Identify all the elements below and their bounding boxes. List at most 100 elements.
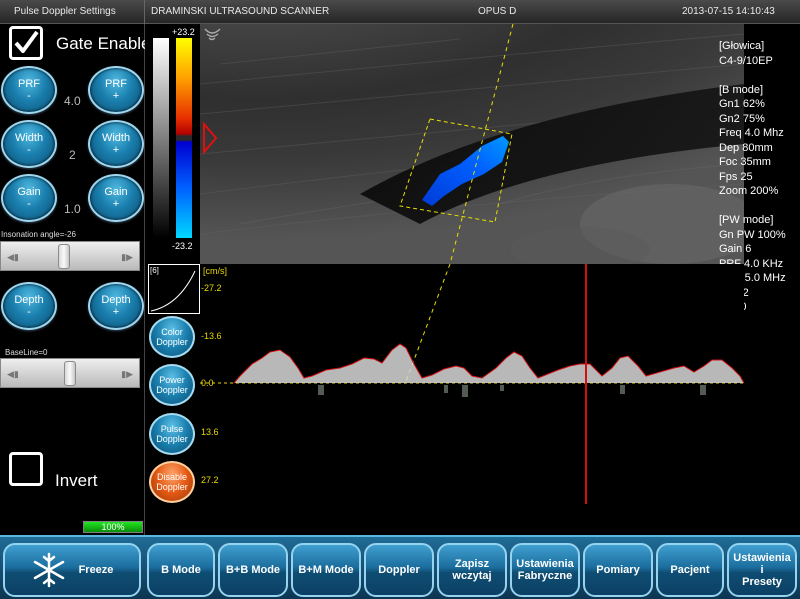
spectrum-trace <box>200 263 745 504</box>
grayscale-bar <box>153 38 169 238</box>
insonation-slider-thumb[interactable] <box>57 244 70 269</box>
gate-enable-checkbox[interactable] <box>9 26 43 60</box>
model-name: OPUS D <box>478 6 517 17</box>
prf-plus-button[interactable]: PRF + <box>88 66 144 114</box>
save-load-label: Zapisz <box>454 558 490 570</box>
gain-minus-label: Gain <box>17 186 41 198</box>
mode-label: Doppler <box>156 337 188 347</box>
settings-presets-label: Ustawienia <box>733 552 791 564</box>
progress-text: 100% <box>101 522 125 532</box>
width-minus-sign: - <box>27 144 31 156</box>
save-load-button[interactable]: Zapisz wczytaj <box>437 543 507 597</box>
baseline-slider-thumb[interactable] <box>64 361 76 386</box>
info-line: Fps 25 <box>719 170 753 183</box>
snowflake-icon <box>33 552 64 588</box>
gain-plus-button[interactable]: Gain + <box>88 174 144 222</box>
info-line: Gn PW 100% <box>719 228 786 241</box>
b-b-mode-label: B+B Mode <box>225 564 281 576</box>
datetime: 2013-07-15 14:10:43 <box>682 6 775 17</box>
patient-button[interactable]: Pacjent <box>656 543 724 597</box>
depth-minus-button[interactable]: Depth - <box>1 282 57 330</box>
color-doppler-button[interactable]: Color Doppler <box>149 316 195 358</box>
save-load-label: wczytaj <box>452 570 492 582</box>
baseline-slider[interactable]: ◀▮ ▮▶ <box>0 358 140 388</box>
width-minus-button[interactable]: Width - <box>1 120 57 168</box>
width-plus-button[interactable]: Width + <box>88 120 144 168</box>
slider-left-arrow-icon[interactable]: ◀▮ <box>7 252 19 263</box>
tick-label: -27.2 <box>201 283 222 293</box>
insonation-angle-slider[interactable]: ◀▮ ▮▶ <box>0 241 140 271</box>
gain-value: 1.0 <box>64 202 81 216</box>
tick-label: 0.0 <box>201 378 214 388</box>
prf-minus-label: PRF <box>18 78 40 90</box>
b-b-mode-button[interactable]: B+B Mode <box>218 543 288 597</box>
prf-minus-button[interactable]: PRF - <box>1 66 57 114</box>
bottom-toolbar: Freeze B Mode B+B Mode B+M Mode Doppler … <box>0 535 800 599</box>
prf-minus-sign: - <box>27 90 31 102</box>
info-line: Foc 35mm <box>719 156 771 168</box>
info-line: Freq 4.0 Mhz <box>719 127 784 139</box>
settings-presets-button[interactable]: Ustawienia i Presety <box>727 543 797 597</box>
prf-plus-sign: + <box>112 90 120 102</box>
info-line: Dep 80mm <box>719 141 773 154</box>
b-m-mode-button[interactable]: B+M Mode <box>291 543 361 597</box>
width-plus-label: Width <box>101 132 131 144</box>
mode-label: Doppler <box>156 482 188 492</box>
depth-minus-label: Depth <box>14 294 44 306</box>
panel-title-area: Pulse Doppler Settings <box>0 0 145 24</box>
gate-enable-label: Gate Enable <box>56 34 151 53</box>
depth-plus-button[interactable]: Depth + <box>88 282 144 330</box>
depth-plus-sign: + <box>112 306 120 318</box>
tick-label: 27.2 <box>201 475 219 485</box>
info-line <box>719 199 800 214</box>
doppler-button[interactable]: Doppler <box>364 543 434 597</box>
info-line: Gain 6 <box>719 243 752 255</box>
panel-title: Pulse Doppler Settings <box>14 6 116 17</box>
width-plus-sign: + <box>112 144 120 156</box>
width-minus-label: Width <box>14 132 44 144</box>
b-mode-button[interactable]: B Mode <box>147 543 215 597</box>
patient-label: Pacjent <box>670 564 710 576</box>
slider-right-arrow-icon[interactable]: ▮▶ <box>121 252 133 263</box>
tick-label: -13.6 <box>201 331 222 341</box>
mode-label: Color <box>161 327 183 337</box>
width-value: 2 <box>69 148 76 162</box>
insonation-angle-label: Insonation angle=-26 <box>1 230 76 239</box>
prf-plus-label: PRF <box>105 78 127 90</box>
velocity-units: [cm/s] <box>203 266 227 276</box>
pulse-doppler-button[interactable]: Pulse Doppler <box>149 413 195 455</box>
doppler-spectrum[interactable] <box>200 263 745 504</box>
gain-minus-button[interactable]: Gain - <box>1 174 57 222</box>
mode-label: Disable <box>156 472 187 482</box>
info-line: Gn2 75% <box>719 112 765 125</box>
measurements-label: Pomiary <box>596 564 640 576</box>
factory-settings-button[interactable]: Ustawienia Fabryczne <box>510 543 580 597</box>
color-velocity-bar <box>176 38 192 238</box>
disable-doppler-button[interactable]: Disable Doppler <box>149 461 195 503</box>
info-line: Zoom 200% <box>719 185 779 197</box>
b-mode-scan <box>200 24 744 264</box>
settings-presets-label: i <box>760 564 764 576</box>
depth-plus-label: Depth <box>101 294 131 306</box>
power-doppler-button[interactable]: Power Doppler <box>149 364 195 406</box>
mode-label: Doppler <box>156 434 188 444</box>
measurements-button[interactable]: Pomiary <box>583 543 653 597</box>
baseline-label: BaseLine=0 <box>5 348 48 357</box>
progress-bar: 100% <box>83 521 143 533</box>
slider-left-arrow-icon[interactable]: ◀▮ <box>7 369 19 380</box>
slider-right-arrow-icon[interactable]: ▮▶ <box>121 369 133 380</box>
info-line: Gn1 62% <box>719 98 765 110</box>
info-line <box>719 68 800 83</box>
invert-checkbox[interactable] <box>9 452 43 486</box>
factory-settings-label: Fabryczne <box>517 570 573 582</box>
mode-label: Power <box>159 375 185 385</box>
freeze-button[interactable]: Freeze <box>3 543 141 597</box>
tick-label: 13.6 <box>201 427 219 437</box>
prf-value: 4.0 <box>64 94 81 108</box>
mode-label: Doppler <box>156 385 188 395</box>
checkmark-icon <box>14 30 39 53</box>
b-mode-image[interactable] <box>200 24 744 264</box>
info-line: [PW mode] <box>719 214 774 226</box>
invert-label: Invert <box>55 471 98 490</box>
b-m-mode-label: B+M Mode <box>298 564 354 576</box>
